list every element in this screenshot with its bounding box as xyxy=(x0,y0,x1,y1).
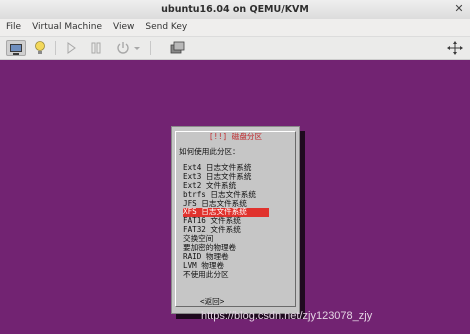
menu-virtual-machine[interactable]: Virtual Machine xyxy=(26,19,107,36)
console-icon[interactable] xyxy=(6,40,26,56)
menu-view[interactable]: View xyxy=(107,19,139,36)
power-menu-icon[interactable] xyxy=(132,40,142,56)
menu-file[interactable]: File xyxy=(0,19,26,36)
partition-dialog: [!!] 磁盘分区 如何使用此分区： Ext4 日志文件系统 Ext3 日志文件… xyxy=(171,126,300,314)
window-title: ubuntu16.04 on QEMU/KVM xyxy=(161,4,309,15)
pause-icon[interactable] xyxy=(87,40,105,56)
bulb-icon[interactable] xyxy=(31,40,49,56)
toolbar-separator xyxy=(150,41,151,55)
snapshot-icon[interactable] xyxy=(168,40,186,56)
option-do-not-use[interactable]: 不使用此分区 xyxy=(183,270,269,280)
window-titlebar: ubuntu16.04 on QEMU/KVM ✕ xyxy=(0,0,470,20)
menu-send-key[interactable]: Send Key xyxy=(139,19,192,36)
toolbar-separator xyxy=(55,41,56,55)
close-icon[interactable]: ✕ xyxy=(453,3,465,15)
fullscreen-icon[interactable] xyxy=(446,40,464,56)
back-button[interactable]: <返回> xyxy=(200,296,224,307)
toolbar xyxy=(0,37,470,60)
play-icon[interactable] xyxy=(62,40,80,56)
menu-bar: File Virtual Machine View Send Key xyxy=(0,19,470,37)
option-list: Ext4 日志文件系统 Ext3 日志文件系统 Ext2 文件系统 btrfs … xyxy=(183,163,269,280)
watermark: https://blog.csdn.net/zjy123078_zjy xyxy=(201,310,373,322)
power-icon[interactable] xyxy=(114,40,132,56)
dialog-prompt: 如何使用此分区： xyxy=(179,147,240,156)
dialog-title: [!!] 磁盘分区 xyxy=(206,132,265,141)
